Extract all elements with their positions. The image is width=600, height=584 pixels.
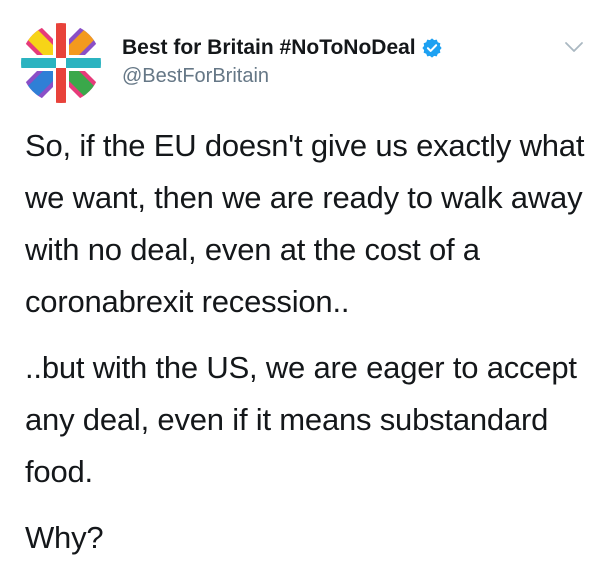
tweet-header: Best for Britain #NoToNoDeal @BestForBri… <box>20 22 585 104</box>
chevron-down-icon[interactable] <box>563 36 585 58</box>
verified-badge-icon <box>421 37 443 59</box>
display-name[interactable]: Best for Britain #NoToNoDeal <box>122 36 416 60</box>
tweet-paragraph: ..but with the US, we are eager to accep… <box>25 350 577 489</box>
tweet-card: Best for Britain #NoToNoDeal @BestForBri… <box>0 0 600 584</box>
display-name-row: Best for Britain #NoToNoDeal <box>122 35 542 61</box>
handle[interactable]: @BestForBritain <box>122 65 542 88</box>
author-names: Best for Britain #NoToNoDeal @BestForBri… <box>122 35 542 88</box>
rainbow-union-flag-logo-icon <box>21 23 101 103</box>
avatar[interactable] <box>20 22 102 104</box>
tweet-paragraph: So, if the EU doesn't give us exactly wh… <box>25 128 585 319</box>
tweet-paragraph: Why? <box>25 520 104 555</box>
tweet-text: So, if the EU doesn't give us exactly wh… <box>25 120 585 578</box>
